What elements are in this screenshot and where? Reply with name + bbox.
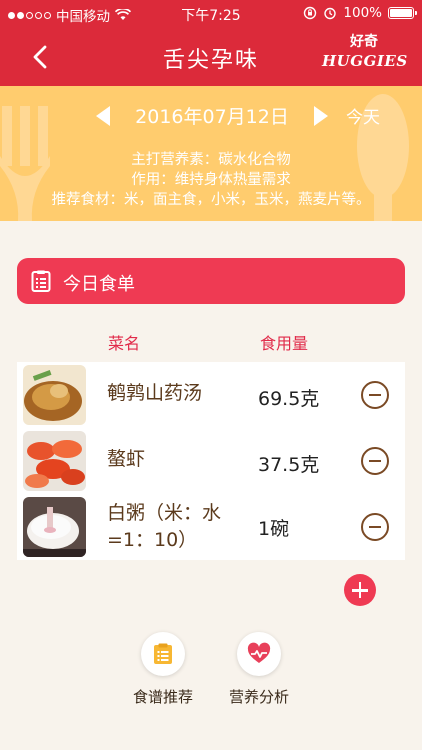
brand-en-label: HUGGIES [322,52,408,70]
status-bar: 中国移动 下午7:25 100% [0,0,422,28]
dish-amount: 1碗 [258,518,290,540]
dish-name: 螯虾 [107,448,146,470]
remove-dish-minus-icon[interactable] [361,381,389,409]
recipe-recommend-button[interactable]: 食谱推荐 [123,632,203,712]
today-button[interactable]: 今天 [346,103,380,128]
remove-dish-minus-icon[interactable] [361,447,389,475]
effect-line: 作用：维持身体热量需求 [131,172,291,188]
dish-thumbnail-image [23,365,86,425]
analysis-icon-circle [237,632,281,676]
column-header-name: 菜名 [108,334,141,353]
navigation-bar: 舌尖孕味 好奇 HUGGIES [0,28,422,86]
brand-cn-label: 好奇 [350,34,378,50]
nutrition-analysis-button[interactable]: 营养分析 [219,632,299,712]
dish-row[interactable]: 鹌鹑山药汤 69.5克 [17,362,405,428]
dish-row[interactable]: 螯虾 37.5克 [17,428,405,494]
dish-name: 白粥（米：水=1：10） [107,502,222,551]
nutrition-analysis-label: 营养分析 [228,688,289,706]
clipboard-list-icon [31,270,51,292]
recipe-icon-circle [141,632,185,676]
status-right: 100% [303,5,417,21]
battery-percent: 100% [343,5,382,21]
alarm-icon [324,7,337,20]
remove-dish-minus-icon[interactable] [361,513,389,541]
today-menu-header: 今日食单 [17,258,405,304]
dish-name: 鹌鹑山药汤 [107,382,203,404]
next-day-arrow-icon[interactable] [314,106,328,126]
date-selector: 2016年07月12日 今天 [0,100,422,130]
dish-thumbnail-image [23,431,86,491]
column-header-amount: 食用量 [260,334,309,353]
dish-amount: 69.5克 [258,388,320,410]
huggies-logo: 好奇 HUGGIES [322,34,408,76]
dish-list: 鹌鹑山药汤 69.5克 螯虾 37.5克 白粥（米：水=1：10） 1碗 [17,362,405,560]
heart-pulse-icon [247,642,271,663]
orientation-lock-icon [304,6,317,20]
nutrient-line: 主打营养素：碳水化合物 [131,152,291,168]
add-dish-plus-icon[interactable] [344,574,376,606]
date-banner: 2016年07月12日 今天 主打营养素：碳水化合物 作用：维持身体热量需求 推… [0,86,422,221]
previous-day-arrow-icon[interactable] [96,106,110,126]
current-date: 2016年07月12日 [135,106,289,128]
recipe-list-icon [154,643,172,664]
dish-row[interactable]: 白粥（米：水=1：10） 1碗 [17,494,405,560]
recipe-recommend-label: 食谱推荐 [132,688,193,706]
battery-icon [388,7,417,19]
dish-amount: 37.5克 [258,454,320,476]
recommended-foods-line: 推荐食材：米，面主食，小米，玉米，燕麦片等。 [51,192,371,208]
dish-thumbnail-image [23,497,86,557]
today-menu-label: 今日食单 [63,274,135,295]
